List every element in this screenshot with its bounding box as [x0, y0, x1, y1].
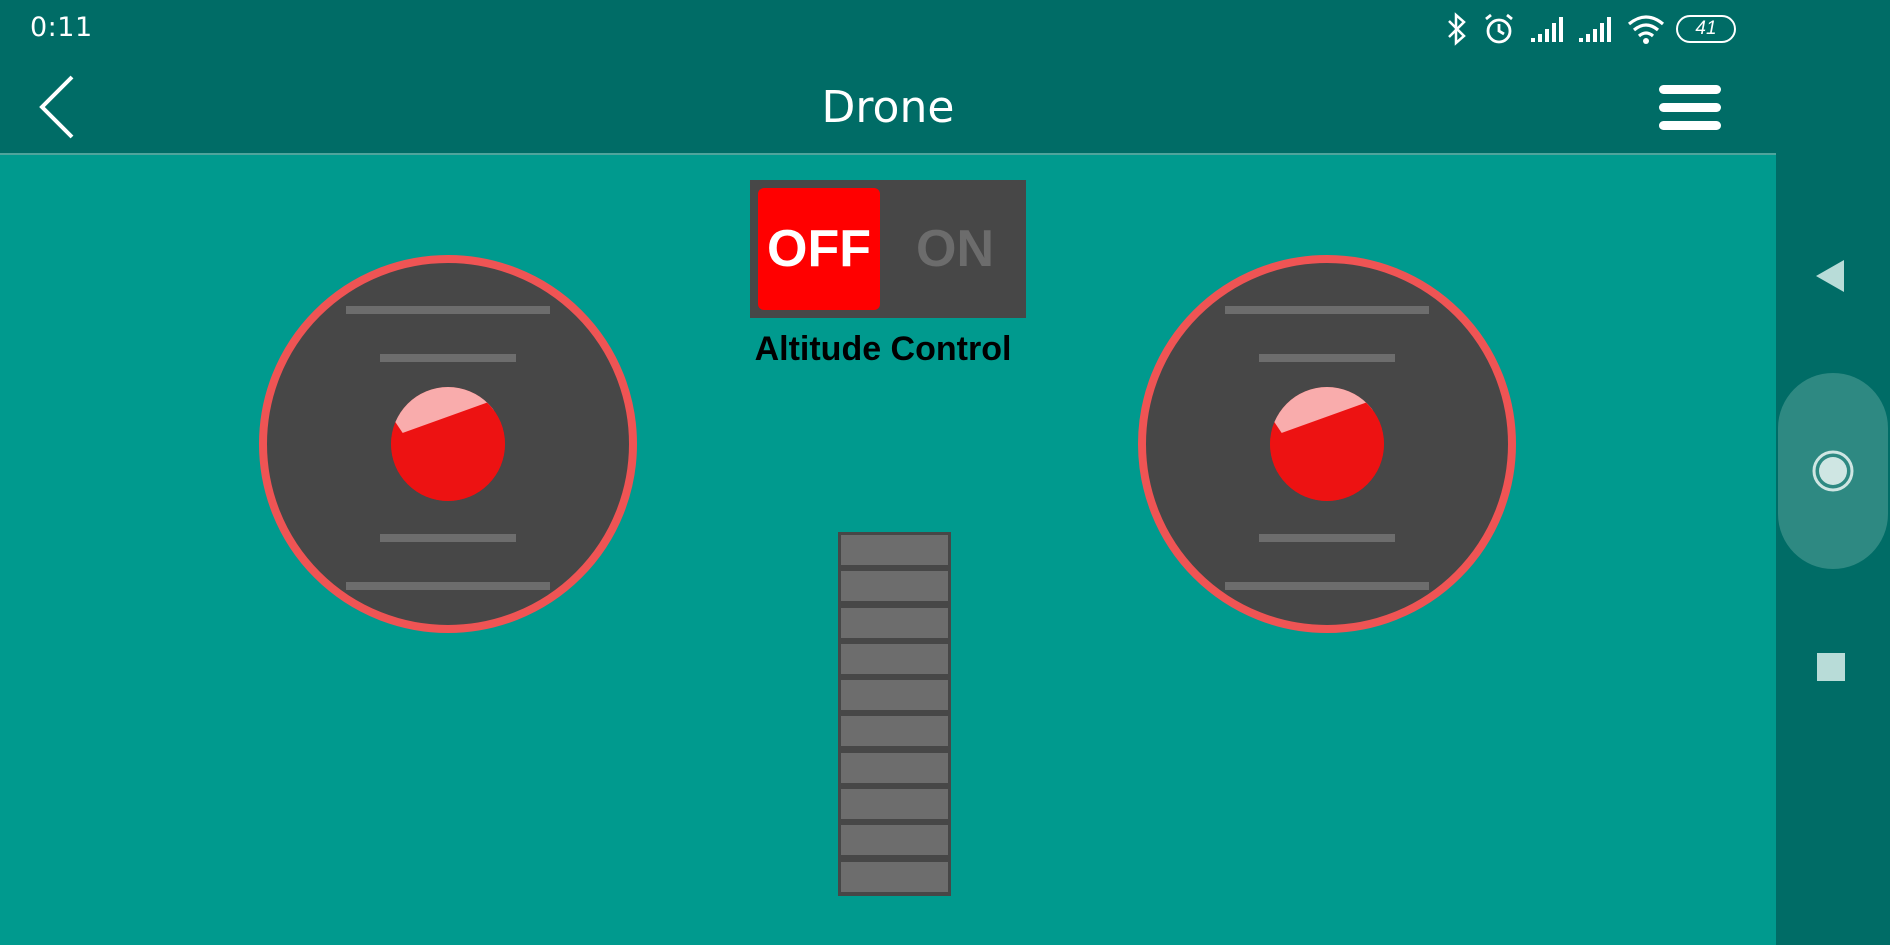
- right-joystick-knob[interactable]: [1270, 387, 1384, 501]
- menu-button[interactable]: [1655, 80, 1725, 136]
- square-recents-icon: [1817, 653, 1845, 681]
- hamburger-menu-icon: [1659, 85, 1721, 130]
- joystick-guide-line: [1225, 582, 1429, 590]
- nav-back-button[interactable]: [1812, 256, 1852, 296]
- joystick-guide-line: [346, 582, 550, 590]
- right-joystick[interactable]: [1138, 255, 1516, 633]
- throttle-slider[interactable]: [838, 532, 951, 896]
- slider-segment: [841, 535, 948, 565]
- slider-segment: [841, 752, 948, 783]
- altitude-control-toggle[interactable]: OFF ON: [750, 180, 1026, 318]
- app-bar: Drone: [0, 60, 1776, 155]
- app-title: Drone: [821, 82, 955, 133]
- joystick-guide-line: [1259, 354, 1395, 362]
- nav-recents-button[interactable]: [1816, 652, 1846, 682]
- toggle-on-option[interactable]: ON: [890, 188, 1020, 310]
- altitude-control-label: Altitude Control: [754, 330, 1012, 368]
- left-joystick[interactable]: [259, 255, 637, 633]
- circle-home-icon: [1812, 450, 1854, 492]
- alarm-icon: [1485, 13, 1513, 44]
- slider-segment: [841, 680, 948, 711]
- toggle-off-option[interactable]: OFF: [758, 188, 880, 310]
- bluetooth-icon: [1448, 12, 1466, 46]
- signal-icon: [1531, 17, 1563, 42]
- joystick-guide-line: [1259, 534, 1395, 542]
- signal-icon-2: [1579, 17, 1611, 42]
- joystick-guide-line: [346, 306, 550, 314]
- joystick-guide-line: [380, 534, 516, 542]
- left-joystick-knob[interactable]: [391, 387, 505, 501]
- screen: 0:11 41 Drone OFF ON Altitude Control: [0, 0, 1890, 945]
- status-icons: 41: [1446, 12, 1746, 48]
- battery-level: 41: [1695, 18, 1717, 39]
- slider-segment: [841, 861, 948, 892]
- slider-segment: [841, 607, 948, 638]
- slider-segment: [841, 825, 948, 856]
- joystick-guide-line: [1225, 306, 1429, 314]
- status-time: 0:11: [30, 12, 93, 43]
- triangle-back-icon: [1816, 260, 1844, 292]
- nav-home-button[interactable]: [1778, 373, 1888, 569]
- slider-segment: [841, 571, 948, 602]
- wifi-icon: [1627, 15, 1665, 44]
- battery-icon: 41: [1676, 15, 1736, 43]
- slider-segment: [841, 789, 948, 820]
- joystick-guide-line: [380, 354, 516, 362]
- status-bar: 0:11 41: [0, 0, 1776, 60]
- slider-segment: [841, 643, 948, 674]
- slider-segment: [841, 716, 948, 747]
- system-nav-bar: [1776, 0, 1890, 945]
